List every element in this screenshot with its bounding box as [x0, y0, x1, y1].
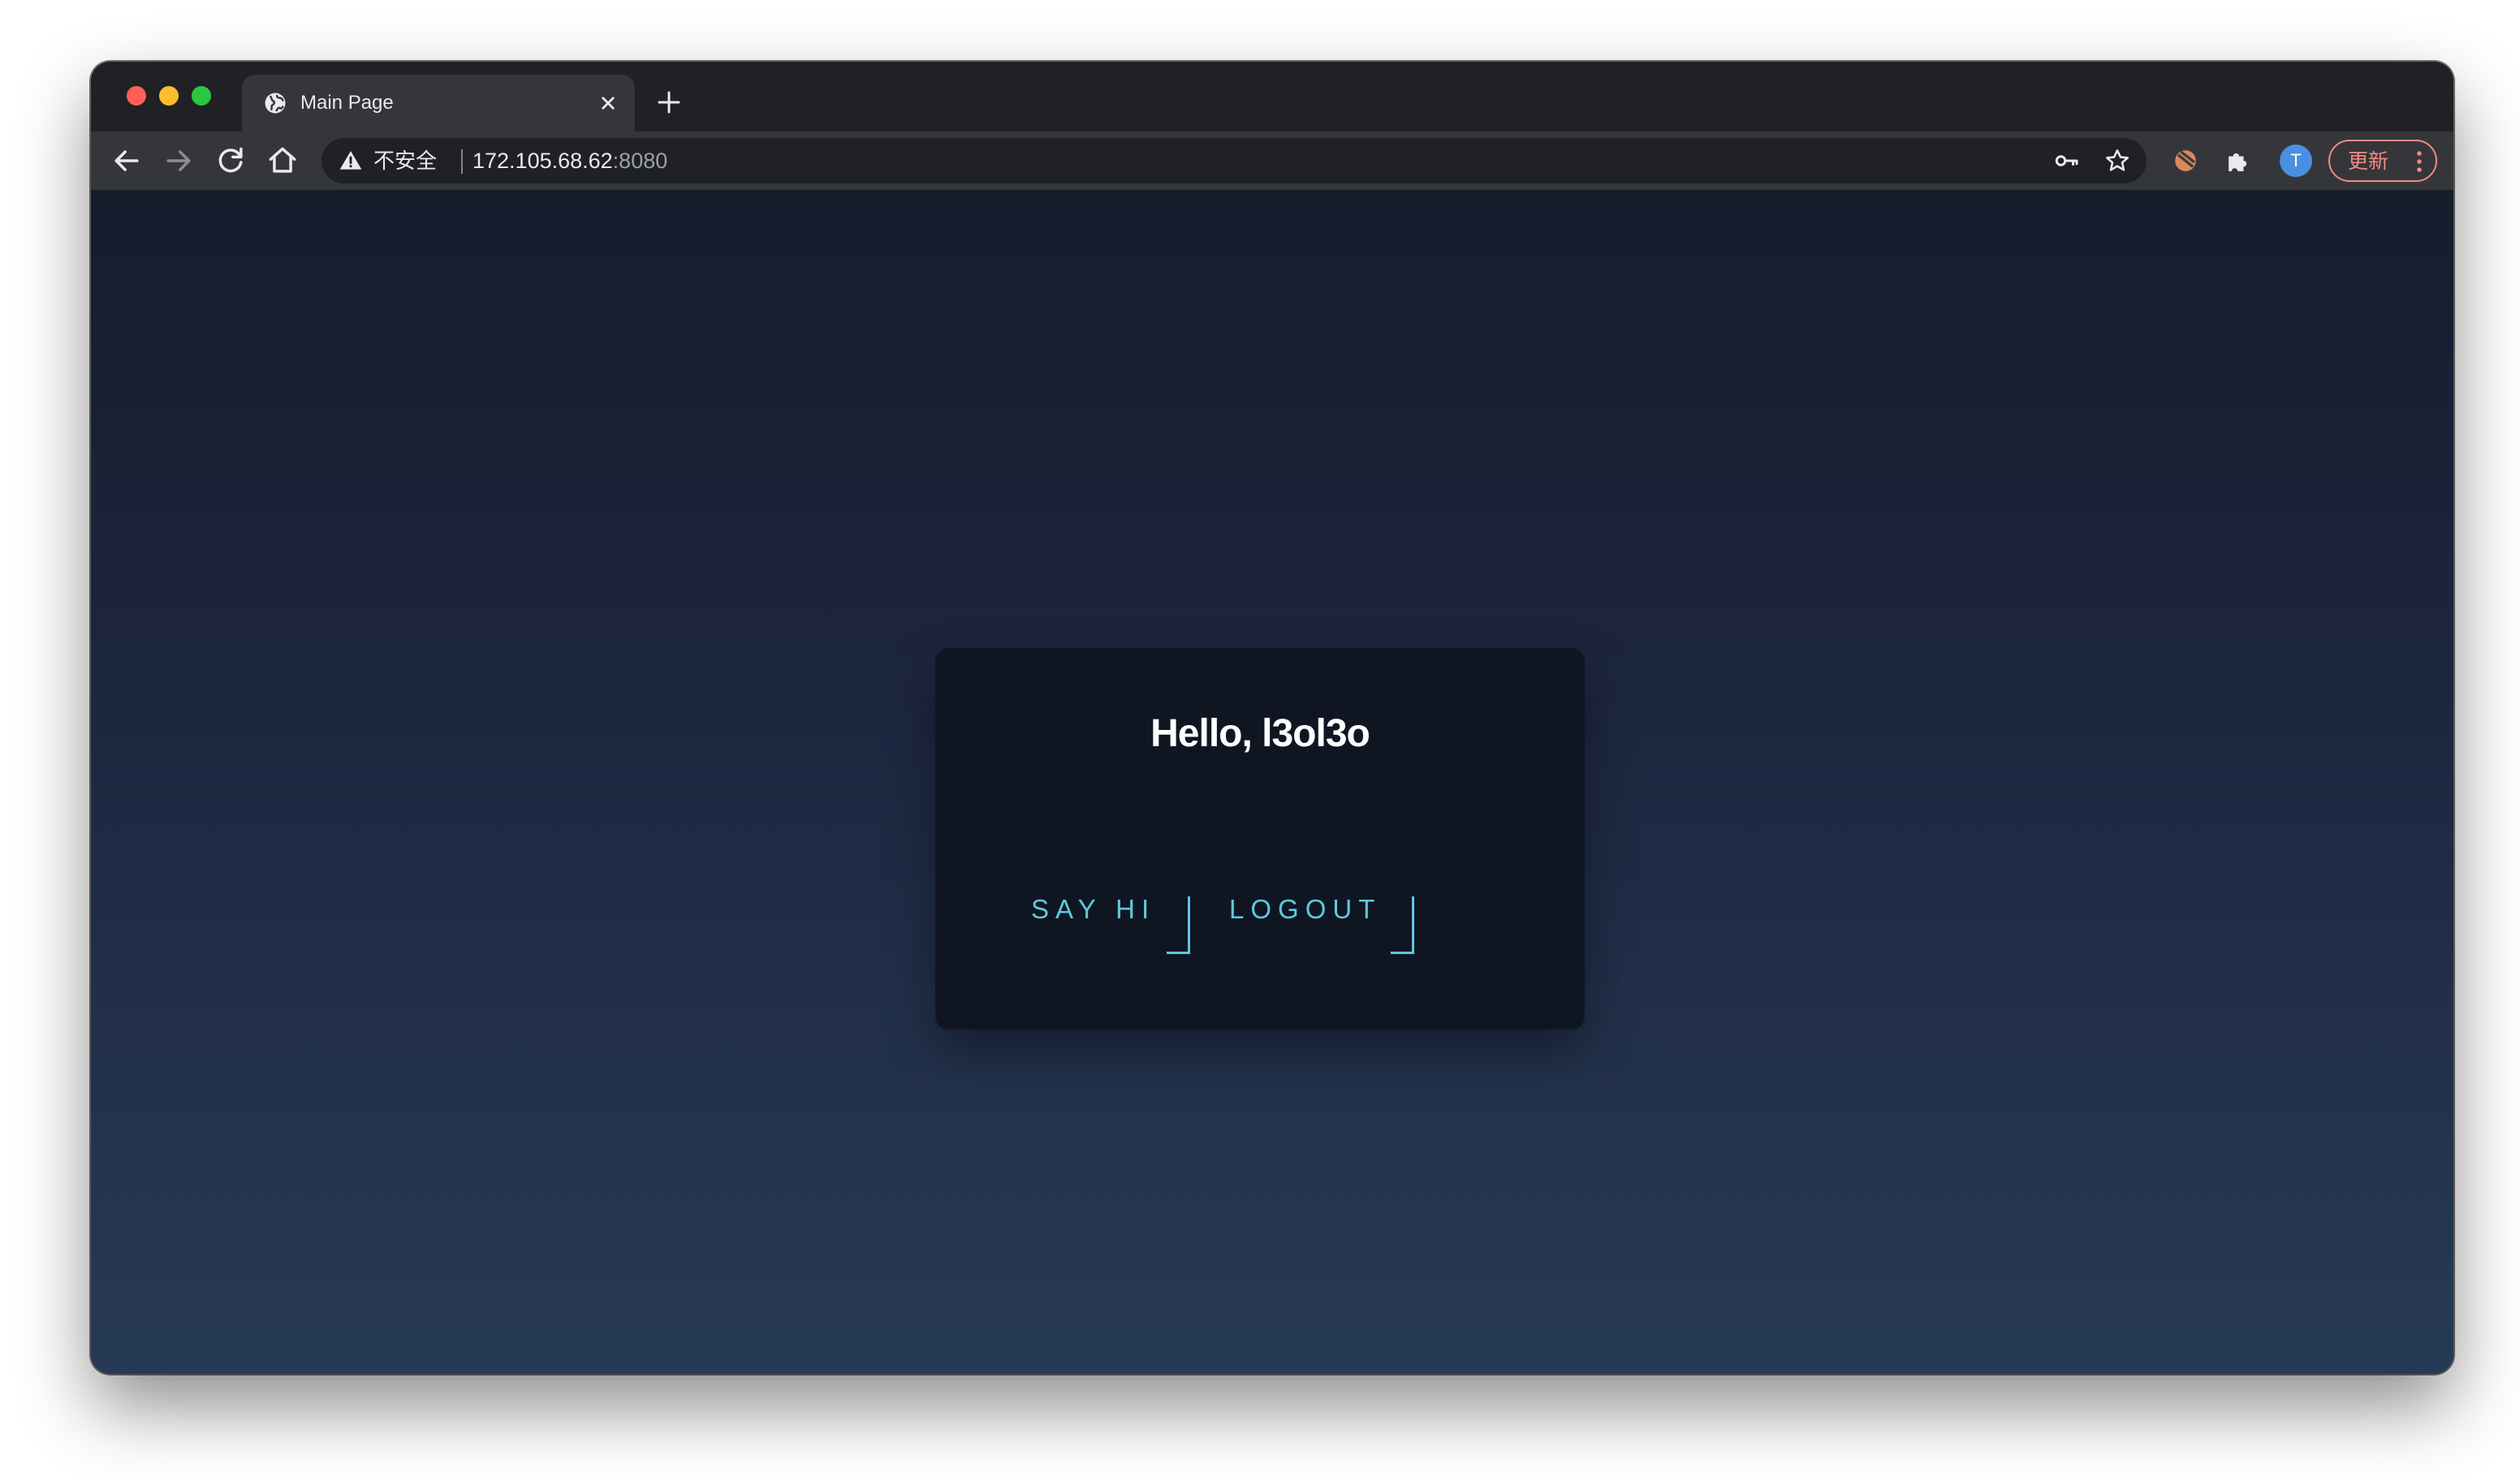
reload-icon	[218, 147, 243, 173]
corner-bracket-decoration	[1167, 896, 1190, 954]
extension-badge-icon[interactable]	[2168, 143, 2203, 179]
say-hi-button[interactable]: SAY HI	[1031, 892, 1190, 960]
profile-avatar[interactable]: T	[2280, 145, 2312, 177]
minimize-window-button[interactable]	[159, 86, 179, 106]
url-text[interactable]: 172.105.68.62:8080	[472, 146, 667, 175]
update-button-label: 更新	[2348, 150, 2389, 173]
page-viewport: Hello, l3ol3o SAY HI LOGOUT	[91, 190, 2453, 1374]
logout-label: LOGOUT	[1229, 894, 1382, 924]
url-port: :8080	[612, 149, 668, 173]
close-tab-icon[interactable]	[596, 91, 620, 115]
puzzle-icon[interactable]	[2221, 143, 2257, 179]
browser-toolbar: 不安全 172.105.68.62:8080 T 更新	[91, 132, 2453, 190]
tab-strip: Main Page	[91, 62, 2453, 132]
say-hi-label: SAY HI	[1031, 894, 1156, 924]
forward-button[interactable]	[161, 143, 196, 179]
maximize-window-button[interactable]	[192, 86, 211, 106]
corner-bracket-decoration	[1391, 896, 1414, 954]
arrow-right-icon	[166, 150, 191, 171]
warning-icon[interactable]	[338, 148, 364, 174]
address-bar[interactable]: 不安全 172.105.68.62:8080	[321, 138, 2147, 184]
greeting-heading: Hello, l3ol3o	[1150, 712, 1370, 755]
url-host: 172.105.68.62	[472, 149, 613, 173]
browser-window: Main Page 不安全 172.105.68.62:8080 T 更新 He…	[91, 62, 2453, 1374]
globe-icon	[265, 93, 286, 114]
security-label[interactable]: 不安全	[373, 146, 437, 175]
welcome-card: Hello, l3ol3o SAY HI LOGOUT	[935, 648, 1585, 1030]
tab-title: Main Page	[300, 92, 394, 114]
arrow-left-icon	[114, 150, 139, 171]
star-icon[interactable]	[2103, 146, 2132, 175]
address-divider	[461, 149, 463, 174]
logout-button[interactable]: LOGOUT	[1229, 892, 1414, 960]
close-window-button[interactable]	[127, 86, 146, 106]
key-icon[interactable]	[2052, 146, 2082, 175]
back-button[interactable]	[109, 143, 145, 179]
update-button[interactable]: 更新	[2328, 140, 2437, 182]
reload-button[interactable]	[213, 143, 248, 179]
kebab-menu-icon	[2417, 151, 2422, 172]
home-button[interactable]	[265, 143, 300, 179]
tab-main-page[interactable]: Main Page	[242, 75, 635, 132]
new-tab-icon[interactable]	[654, 88, 684, 117]
home-icon	[269, 147, 296, 173]
